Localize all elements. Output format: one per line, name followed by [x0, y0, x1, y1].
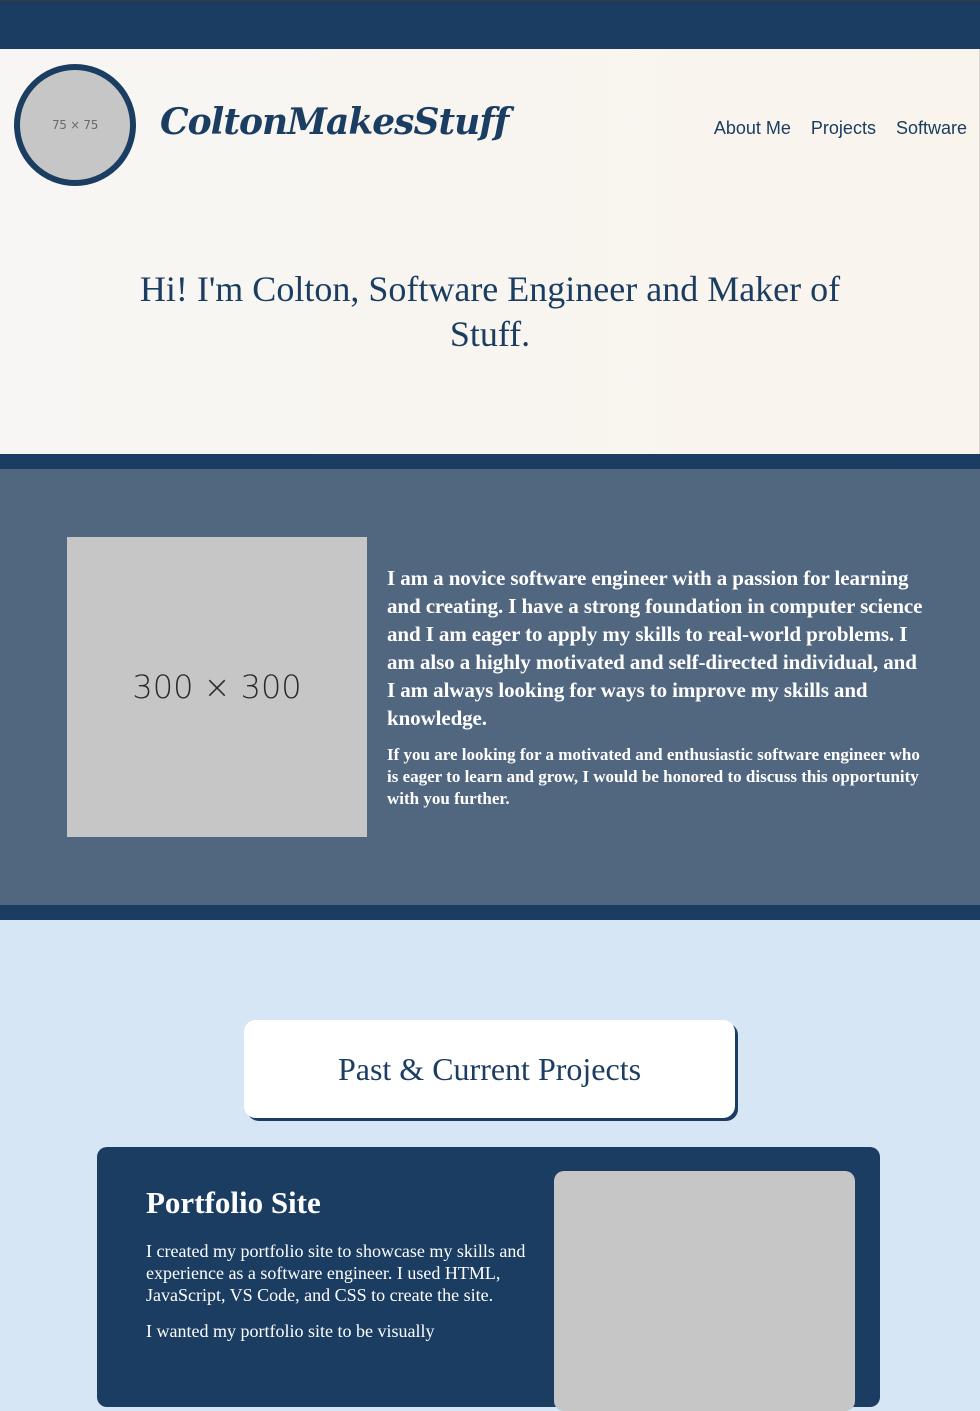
nav-link-about-me[interactable]: About Me	[714, 118, 791, 139]
site-header: 75 × 75 ColtonMakesStuff About Me Projec…	[0, 49, 980, 454]
logo-placeholder[interactable]: 75 × 75	[14, 64, 136, 186]
project-description: I created my portfolio site to showcase …	[146, 1240, 536, 1356]
project-image-placeholder	[554, 1171, 855, 1411]
top-bar	[0, 0, 980, 49]
project-description-paragraph-1: I created my portfolio site to showcase …	[146, 1241, 526, 1305]
hero-title: Hi! I'm Colton, Software Engineer and Ma…	[139, 269, 841, 354]
brand-name[interactable]: ColtonMakesStuff	[160, 101, 509, 143]
about-image-placeholder: 300 × 300	[67, 537, 367, 837]
project-description-paragraph-2: I wanted my portfolio site to be visuall…	[146, 1321, 435, 1341]
about-paragraph-2: If you are looking for a motivated and e…	[387, 745, 920, 808]
nav-link-projects[interactable]: Projects	[811, 118, 876, 139]
projects-heading: Past & Current Projects	[244, 1020, 735, 1118]
project-card: Portfolio Site I created my portfolio si…	[97, 1147, 880, 1411]
about-section: 300 × 300 I am a novice software enginee…	[0, 454, 980, 920]
main-nav: About Me Projects Software	[714, 118, 967, 139]
project-title: Portfolio Site	[146, 1185, 321, 1220]
about-paragraph-1: I am a novice software engineer with a p…	[387, 566, 923, 730]
nav-link-software[interactable]: Software	[896, 118, 967, 139]
about-text: I am a novice software engineer with a p…	[387, 564, 927, 810]
